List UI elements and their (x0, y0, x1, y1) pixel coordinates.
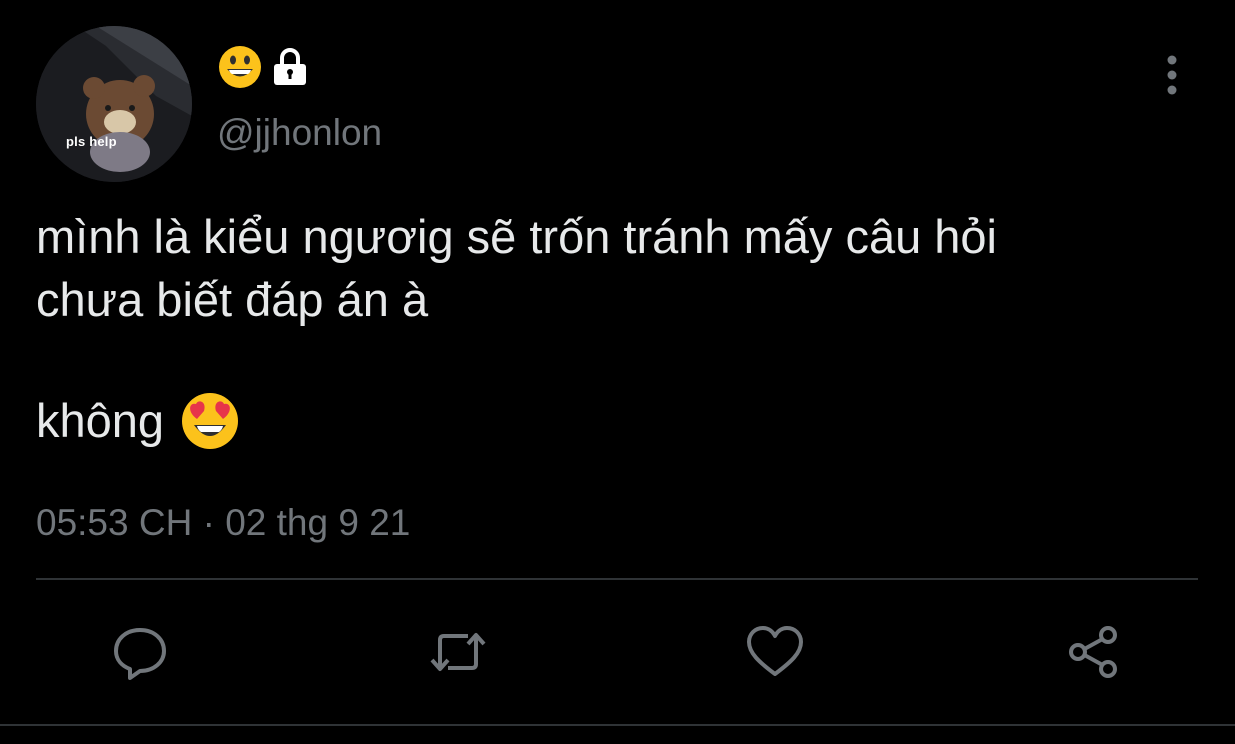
like-button[interactable] (745, 622, 805, 682)
share-icon (1069, 626, 1117, 678)
reply-button[interactable] (110, 622, 170, 682)
bottom-divider (0, 724, 1235, 726)
lock-icon (274, 48, 306, 85)
tweet-final-word: không (36, 394, 165, 447)
heart-eyes-emoji (182, 392, 239, 449)
more-vertical-icon (1167, 55, 1177, 95)
retweet-icon (430, 633, 486, 671)
speech-bubble-icon (114, 628, 166, 680)
share-button[interactable] (1064, 622, 1124, 682)
heart-icon (747, 626, 803, 676)
divider (36, 578, 1198, 580)
tweet-text: mình là kiểu ngươig sẽ trốn tránh mấy câ… (36, 205, 1186, 452)
tweet-line: chưa biết đáp án à (36, 273, 429, 326)
avatar[interactable]: pls help (36, 26, 192, 182)
tweet-line: mình là kiểu ngươig sẽ trốn tránh mấy câ… (36, 210, 997, 263)
tweet-time: 05:53 CH (36, 502, 193, 543)
more-options-button[interactable] (1150, 50, 1194, 100)
avatar-caption: pls help (66, 134, 117, 149)
retweet-button[interactable] (428, 622, 488, 682)
grinning-face-emoji (219, 46, 261, 88)
meta-separator: · (202, 502, 215, 543)
display-name[interactable] (217, 44, 311, 90)
user-handle[interactable]: @jjhonlon (217, 110, 382, 156)
avatar-image (36, 26, 192, 182)
tweet-date: 02 thg 9 21 (225, 502, 411, 543)
tweet-timestamp[interactable]: 05:53 CH · 02 thg 9 21 (36, 500, 410, 546)
tweet-line: không (36, 389, 1186, 452)
